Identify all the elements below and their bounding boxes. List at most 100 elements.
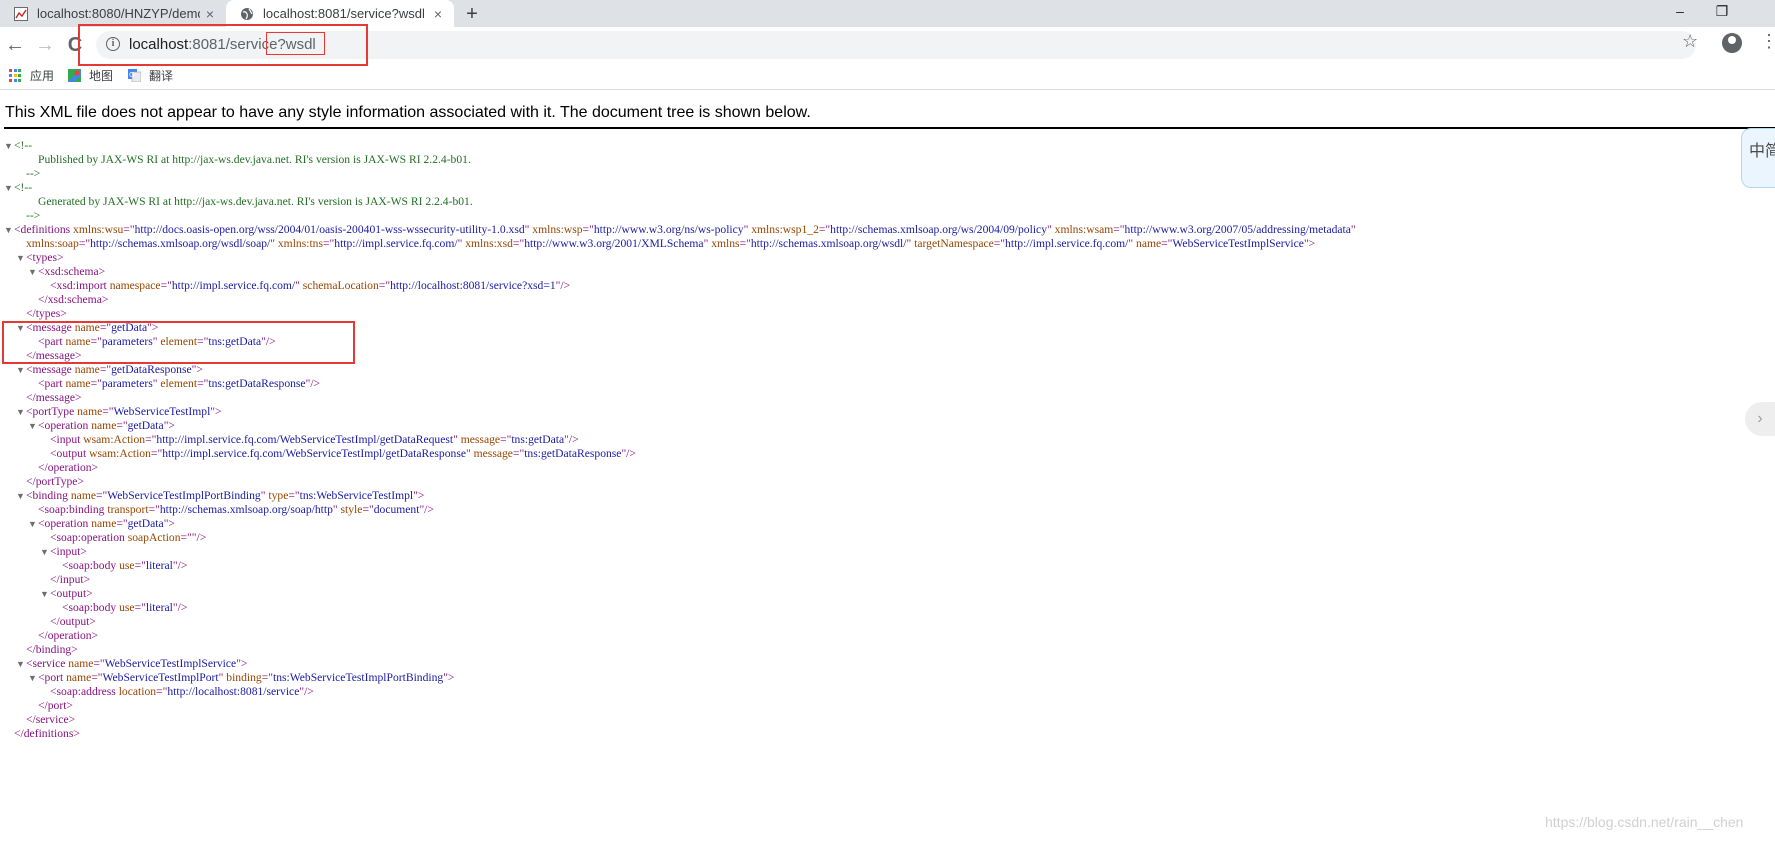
xml-token: <!-- <box>14 181 33 194</box>
minimize-button[interactable]: – <box>1658 0 1702 24</box>
xml-token: http://impl.service.fq.com/WebServiceTes… <box>162 447 466 460</box>
menu-icon[interactable]: ⋮ <box>1760 31 1775 51</box>
xml-token: tns:WebServiceTestImplPortBinding <box>272 671 444 684</box>
xml-token: http://schemas.xmlsoap.org/soap/http <box>159 503 333 516</box>
xml-token: =" <box>500 433 512 446</box>
xml-token: tns:getDataResponse <box>208 377 306 390</box>
tab-hnzyp-demo[interactable]: localhost:8080/HNZYP/demo × <box>0 0 226 27</box>
xml-line[interactable]: ▼<portType name="WebServiceTestImpl"> <box>16 405 222 419</box>
xml-token: http://www.w3.org/2001/XMLSchema <box>524 237 704 250</box>
collapse-triangle-icon[interactable]: ▼ <box>4 181 14 195</box>
account-avatar-icon[interactable] <box>1722 33 1742 53</box>
xml-token: name <box>70 489 96 502</box>
xml-line[interactable]: ▼<port name="WebServiceTestImplPort" bin… <box>28 671 454 685</box>
bookmark-maps[interactable]: 地图 <box>68 67 113 84</box>
xml-line[interactable]: ▼<service name="WebServiceTestImplServic… <box>16 657 247 671</box>
xml-token: <port <box>38 671 67 684</box>
collapse-triangle-icon[interactable]: ▼ <box>16 657 26 671</box>
bookmark-label: 翻译 <box>149 69 174 83</box>
xml-token: </operation> <box>38 461 99 474</box>
collapse-triangle-icon[interactable]: ▼ <box>28 419 38 433</box>
xml-token: xmlns:xsd <box>465 237 513 250</box>
xml-token: </operation> <box>38 629 99 642</box>
bookmark-translate[interactable]: G 翻译 <box>128 67 173 84</box>
xml-token: =" <box>116 517 128 530</box>
xml-line[interactable]: ▼<binding name="WebServiceTestImplPortBi… <box>16 489 424 503</box>
xml-token: http://impl.service.fq.com/WebServiceTes… <box>156 433 454 446</box>
xml-token: =" <box>148 503 160 516</box>
bookmark-star-icon[interactable]: ☆ <box>1682 31 1698 52</box>
back-button[interactable]: ← <box>2 32 28 58</box>
xml-token: getDataResponse <box>111 363 192 376</box>
xml-line[interactable]: ▼<message name="getDataResponse"> <box>16 363 203 377</box>
xml-token: " <box>453 433 461 446</box>
xml-token: transport <box>107 503 149 516</box>
collapse-triangle-icon[interactable]: ▼ <box>16 405 26 419</box>
xml-line[interactable]: ▼<!-- <box>4 181 32 195</box>
xml-token: namespace <box>109 279 161 292</box>
xml-line[interactable]: ▼<output> <box>40 587 93 601</box>
xml-token: getData <box>127 419 164 432</box>
xml-token: =" <box>322 237 335 250</box>
restore-button[interactable]: ❐ <box>1700 0 1744 24</box>
xml-line[interactable]: ▼<operation name="getData"> <box>28 419 175 433</box>
tab-close-icon[interactable]: × <box>428 6 448 22</box>
tab-strip: localhost:8080/HNZYP/demo × localhost:80… <box>0 0 1775 27</box>
xml-line: --> <box>26 209 40 223</box>
xml-token: </definitions> <box>14 727 80 740</box>
collapse-triangle-icon[interactable]: ▼ <box>28 517 38 531</box>
xml-token: name <box>66 671 92 684</box>
xml-token: WebServiceTestImplService <box>104 657 237 670</box>
xml-line[interactable]: ▼<input> <box>40 545 87 559</box>
side-arrow-button[interactable]: › <box>1745 402 1775 436</box>
xml-token: element <box>160 377 198 390</box>
tab-service-wsdl[interactable]: localhost:8081/service?wsdl × <box>226 0 454 27</box>
xml-line[interactable]: ▼<types> <box>16 251 64 265</box>
xml-line: </output> <box>50 615 96 629</box>
collapse-triangle-icon[interactable]: ▼ <box>16 251 26 265</box>
xml-token: <xsd:import <box>50 279 110 292</box>
xml-line[interactable]: ▼<message name="getData"> <box>16 321 158 335</box>
wsdl-highlight-annotation <box>266 32 325 55</box>
xml-token: soapAction <box>127 531 181 544</box>
xml-token: " <box>1047 223 1055 236</box>
xml-token: =" <box>1161 237 1173 250</box>
xml-line[interactable]: ▼<operation name="getData"> <box>28 517 175 531</box>
collapse-triangle-icon[interactable]: ▼ <box>4 139 14 153</box>
watermark: https://blog.csdn.net/rain__chen <box>1545 814 1744 830</box>
collapse-triangle-icon[interactable]: ▼ <box>28 671 38 685</box>
xml-token: name <box>91 517 117 530</box>
xml-token: http://localhost:8081/service <box>167 685 300 698</box>
xml-token: "/> <box>621 447 636 460</box>
xml-token: " <box>466 447 474 460</box>
xml-line[interactable]: ▼<xsd:schema> <box>28 265 105 279</box>
xml-token: <operation <box>38 419 92 432</box>
xml-token: =" <box>90 335 102 348</box>
xml-token: Published by JAX-WS RI at http://jax-ws.… <box>38 153 471 166</box>
collapse-triangle-icon[interactable]: ▼ <box>16 321 26 335</box>
bookmark-apps[interactable]: 应用 <box>9 67 54 84</box>
xml-token: " <box>332 503 341 516</box>
xml-token: </port> <box>38 699 73 712</box>
forward-button[interactable]: → <box>32 32 58 58</box>
xml-line[interactable]: ▼<!-- <box>4 139 32 153</box>
xml-token: message <box>460 433 501 446</box>
tab-close-icon[interactable]: × <box>200 6 220 22</box>
xml-token: <types> <box>26 251 64 264</box>
xml-token: http://schemas.xmlsoap.org/wsdl/ <box>750 237 907 250</box>
new-tab-button[interactable]: + <box>460 2 484 26</box>
collapse-triangle-icon[interactable]: ▼ <box>40 545 50 559</box>
xml-line: </input> <box>50 573 90 587</box>
xml-token: =" <box>739 237 751 250</box>
collapse-triangle-icon[interactable]: ▼ <box>28 265 38 279</box>
xml-line: </xsd:schema> <box>38 293 108 307</box>
collapse-triangle-icon[interactable]: ▼ <box>16 363 26 377</box>
collapse-triangle-icon[interactable]: ▼ <box>16 489 26 503</box>
xml-line: <input wsam:Action="http://impl.service.… <box>50 433 579 447</box>
xml-token: name <box>77 405 103 418</box>
ime-widget[interactable]: 中简 <box>1741 128 1775 188</box>
collapse-triangle-icon[interactable]: ▼ <box>4 223 14 237</box>
collapse-triangle-icon[interactable]: ▼ <box>40 587 50 601</box>
xml-line[interactable]: ▼<definitions xmlns:wsu="http://docs.oas… <box>4 223 1356 237</box>
xml-token: Generated by JAX-WS RI at http://jax-ws.… <box>38 195 473 208</box>
